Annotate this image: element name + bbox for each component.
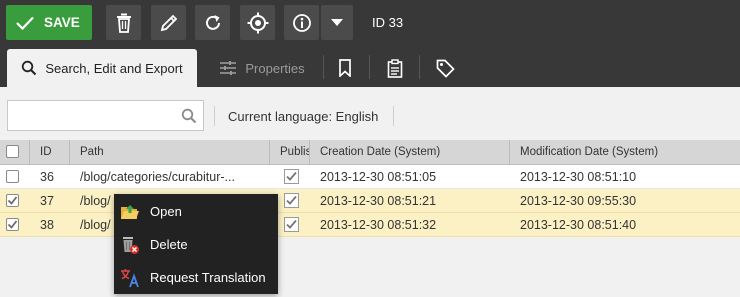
folder-open-icon [121,205,139,219]
tab-tags[interactable] [426,49,464,87]
translate-icon [121,269,139,288]
filter-divider [214,106,215,126]
rename-button[interactable] [151,5,186,40]
locate-button[interactable] [240,5,275,40]
grid-header: ID Path Publis Creation Date (System) Mo… [0,140,740,165]
published-check-icon [284,217,299,232]
cell-creation-date: 2013-12-30 08:51:21 [320,194,437,208]
bookmark-icon [339,59,351,77]
tab-divider [419,55,420,79]
clipboard-icon [387,58,403,78]
table-row[interactable]: 37 /blog/ 2013-12-30 08:51:21 2013-12-30… [0,189,740,213]
published-check-icon [284,169,299,184]
cell-modification-date: 2013-12-30 09:55:30 [520,194,637,208]
cell-id: 37 [40,194,54,208]
reload-button[interactable] [195,5,230,40]
trash-icon [116,13,131,33]
tab-divider [323,55,324,79]
cell-creation-date: 2013-12-30 08:51:32 [320,218,437,232]
tab-notes[interactable] [376,49,414,87]
menu-item-label: Open [150,204,182,219]
column-header-published[interactable]: Publis [270,140,310,165]
cell-modification-date: 2013-12-30 08:51:10 [520,170,637,184]
element-id: ID 33 [372,15,404,30]
reload-icon [205,14,220,30]
cell-path: /blog/categories/curabitur-... [80,170,235,184]
save-label: SAVE [44,15,80,30]
menu-item-request-translation[interactable]: Request Translation [114,261,278,294]
menu-item-open[interactable]: Open [114,195,278,228]
row-checkbox[interactable] [6,170,19,183]
tab-label: Properties [245,60,305,76]
tab-divider [369,55,370,79]
context-menu: Open Delete Request Translation [114,194,278,294]
delete-button[interactable] [106,5,141,40]
table-row[interactable]: 38 /blog/ 2013-12-30 08:51:32 2013-12-30… [0,213,740,237]
filter-divider [393,106,394,126]
tab-bar: Search, Edit and Export Properties [0,45,740,87]
cell-creation-date: 2013-12-30 08:51:05 [320,170,437,184]
column-header-modification-date[interactable]: Modification Date (System) [510,140,740,165]
checkmark-icon [7,220,18,229]
menu-item-delete[interactable]: Delete [114,228,278,261]
checkmark-icon [7,196,18,205]
menu-item-label: Delete [150,237,188,252]
tag-icon [436,59,455,78]
column-header-creation-date[interactable]: Creation Date (System) [310,140,510,165]
caret-down-icon [331,18,343,26]
pencil-icon [160,14,177,31]
save-button[interactable]: SAVE [6,5,92,40]
results-grid: ID Path Publis Creation Date (System) Mo… [0,140,740,237]
main-toolbar: SAVE ID 33 [0,0,740,45]
select-all-column[interactable] [0,140,30,165]
sliders-icon [220,61,237,75]
tab-bookmarks[interactable] [327,49,363,87]
target-icon [247,12,268,33]
cell-modification-date: 2013-12-30 08:51:40 [520,218,637,232]
tab-label: Search, Edit and Export [45,60,183,76]
search-icon [22,60,37,76]
cell-id: 38 [40,218,54,232]
search-input[interactable] [14,107,174,121]
published-check-icon [284,193,299,208]
search-field[interactable] [7,100,204,131]
info-button[interactable] [284,5,319,40]
tab-properties[interactable]: Properties [205,49,319,87]
cell-id: 36 [40,170,54,184]
column-header-id[interactable]: ID [30,140,70,165]
select-all-checkbox[interactable] [6,145,19,158]
row-checkbox[interactable] [6,194,19,207]
tab-search-edit-export[interactable]: Search, Edit and Export [7,49,197,87]
table-row[interactable]: 36 /blog/categories/curabitur-... 2013-1… [0,165,740,189]
more-actions-button[interactable] [321,5,353,40]
menu-item-label: Request Translation [150,270,266,285]
row-checkbox[interactable] [6,218,19,231]
search-icon[interactable] [181,108,197,124]
info-icon [292,13,311,32]
column-header-path[interactable]: Path [70,140,270,165]
checkmark-icon [16,16,34,30]
delete-icon [123,237,139,254]
current-language-label: Current language: English [228,109,379,124]
